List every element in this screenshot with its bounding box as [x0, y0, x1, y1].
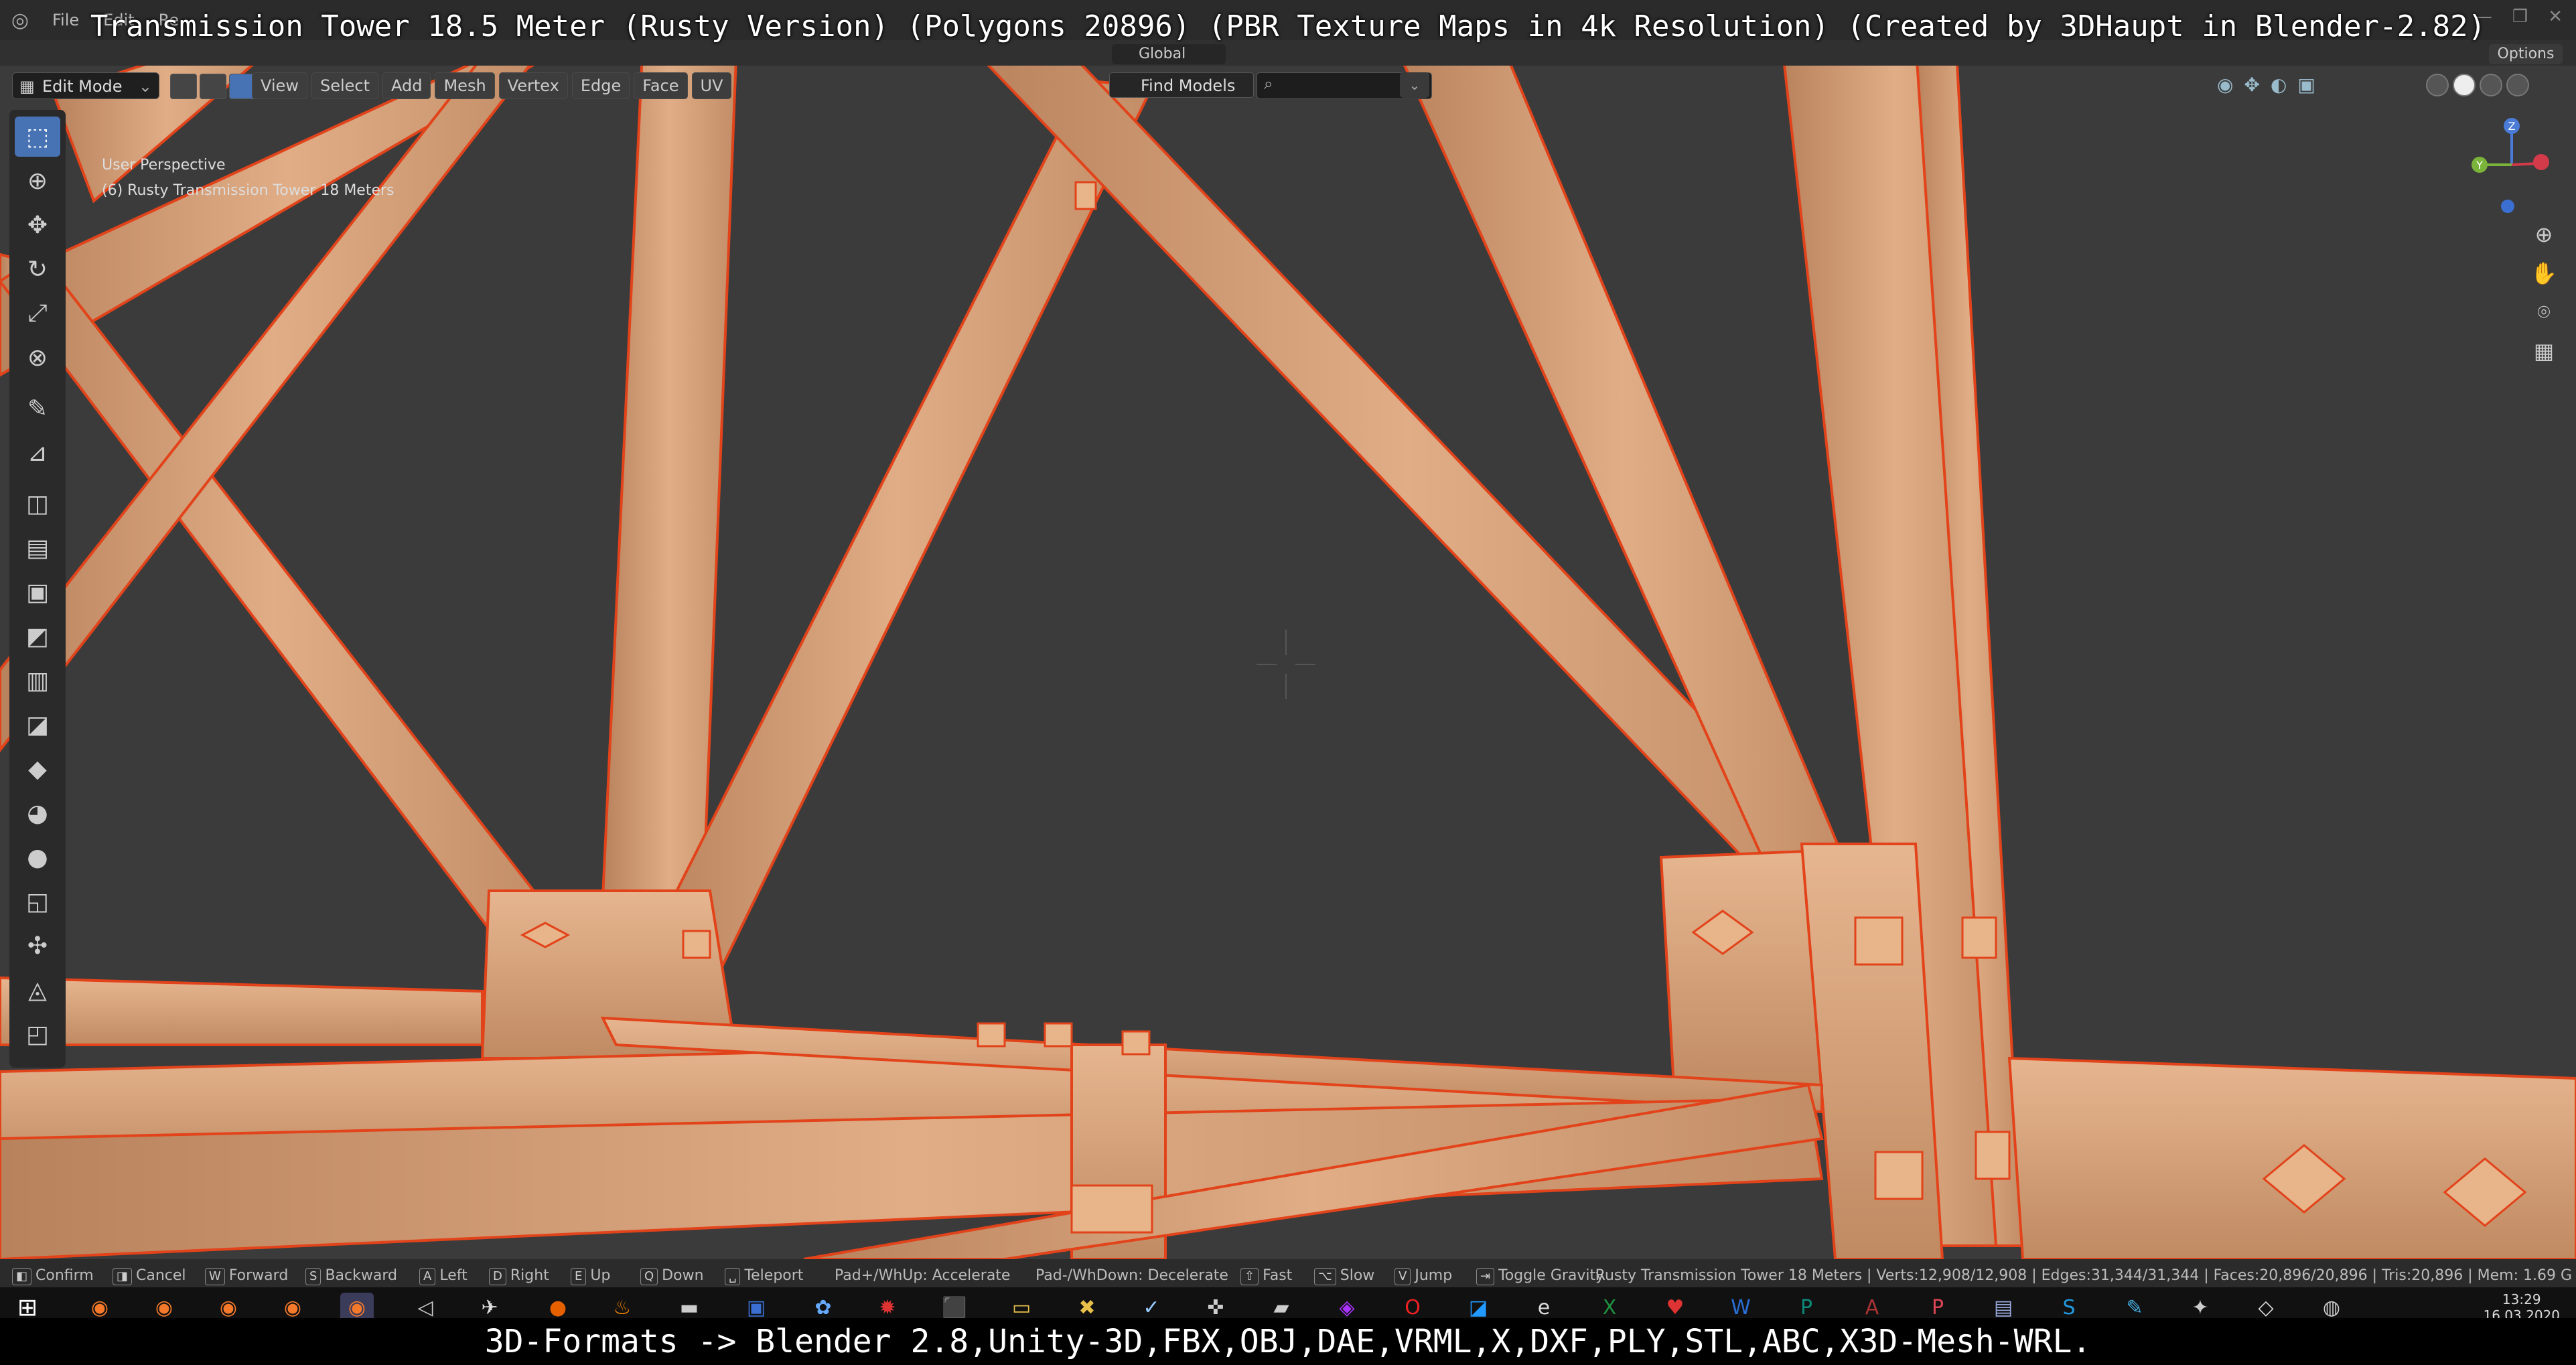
- measure-icon[interactable]: ⊿: [15, 433, 60, 473]
- add-cube-icon[interactable]: ◫: [15, 484, 60, 524]
- menu-vertex[interactable]: Vertex: [498, 72, 568, 99]
- menu-edge[interactable]: Edge: [571, 72, 630, 99]
- shading-modes: [2426, 74, 2529, 96]
- menu-select[interactable]: Select: [311, 72, 378, 99]
- xray-icon[interactable]: ▣: [2297, 74, 2315, 96]
- mouse-left-icon: ◧: [12, 1268, 32, 1285]
- move-icon[interactable]: ✥: [15, 205, 60, 245]
- menu-mesh[interactable]: Mesh: [435, 72, 495, 99]
- loop-cut-icon[interactable]: ▥: [15, 660, 60, 701]
- menu-face[interactable]: Face: [634, 72, 688, 99]
- transform-icon[interactable]: ⊗: [15, 338, 60, 378]
- pan-hand-icon[interactable]: ✋: [2525, 255, 2563, 292]
- search-dropdown-button[interactable]: ⌄: [1400, 72, 1429, 98]
- solid-shading-button[interactable]: [2453, 74, 2476, 96]
- alt-key-icon: ⌥: [1314, 1268, 1336, 1285]
- viewport-info: User Perspective (6) Rusty Transmission …: [102, 153, 395, 204]
- rip-icon[interactable]: ◬: [15, 970, 60, 1010]
- zoom-icon[interactable]: ⊕: [2525, 216, 2563, 253]
- video-title-overlay: Transmission Tower 18.5 Meter (Rusty Ver…: [90, 9, 2486, 44]
- header-menus: View Select Add Mesh Vertex Edge Face UV: [252, 72, 732, 99]
- visibility-icon[interactable]: ◉: [2217, 74, 2233, 96]
- video-footer-overlay: 3D-Formats -> Blender 2.8,Unity-3D,FBX,O…: [0, 1318, 2576, 1365]
- select-box-icon[interactable]: ⬚: [15, 117, 60, 157]
- neg-z-axis-icon[interactable]: [2501, 200, 2514, 213]
- inset-icon[interactable]: ▣: [15, 572, 60, 612]
- shrink-fatten-icon[interactable]: ◱: [15, 881, 60, 922]
- tab-key-icon: ⇥: [1476, 1268, 1495, 1285]
- overlay-icons: ◉ ✥ ◐ ▣: [2217, 74, 2315, 96]
- vertex-select-button[interactable]: [170, 74, 197, 99]
- tool-shelf: ⬚ ⊕ ✥ ↻ ⤢ ⊗ ✎ ⊿ ◫ ▤ ▣ ◩ ▥ ◪ ◆ ◕ ● ◱ ✣ ◬ …: [9, 110, 66, 1068]
- smooth-icon[interactable]: ●: [15, 837, 60, 877]
- edge-select-button[interactable]: [200, 74, 226, 99]
- menu-add[interactable]: Add: [382, 72, 431, 99]
- z-axis-label: Z: [2508, 120, 2516, 133]
- menu-view[interactable]: View: [252, 72, 307, 99]
- cursor-icon[interactable]: ⊕: [15, 161, 60, 201]
- clock-time: 13:29: [2502, 1291, 2541, 1307]
- search-icon: ⌕: [1264, 74, 1273, 93]
- bevel-icon[interactable]: ◩: [15, 616, 60, 656]
- extrude-icon[interactable]: ▤: [15, 528, 60, 568]
- mode-label: Edit Mode: [42, 77, 123, 96]
- shift-key-icon: ⇧: [1240, 1268, 1259, 1285]
- shear-icon[interactable]: ✣: [15, 926, 60, 966]
- wireframe-shading-button[interactable]: [2426, 74, 2449, 96]
- y-axis-label: Y: [2476, 159, 2483, 171]
- overlay-toggle-icon[interactable]: ◐: [2271, 74, 2287, 96]
- knife-icon[interactable]: ◪: [15, 705, 60, 745]
- mouse-right-icon: ◨: [113, 1268, 133, 1285]
- spin-icon[interactable]: ◕: [15, 793, 60, 833]
- chevron-down-icon: ⌄: [138, 77, 152, 96]
- gizmo-toggle-icon[interactable]: ✥: [2244, 74, 2259, 96]
- 3d-viewport[interactable]: User Perspective (6) Rusty Transmission …: [0, 40, 2576, 1259]
- blender-window: ◎ File Edit Re — ❐ ✕ User Perspective (6…: [0, 0, 2576, 1365]
- active-object-label: (6) Rusty Transmission Tower 18 Meters: [102, 182, 395, 199]
- annotate-icon[interactable]: ✎: [15, 388, 60, 429]
- menu-uv[interactable]: UV: [691, 72, 732, 99]
- scale-icon[interactable]: ⤢: [15, 293, 60, 334]
- camera-icon[interactable]: ⌾: [2525, 293, 2563, 331]
- navigation-gizmo[interactable]: Z Y: [2465, 118, 2559, 225]
- rendered-shading-button[interactable]: [2506, 74, 2529, 96]
- poly-build-icon[interactable]: ◆: [15, 749, 60, 789]
- select-mode-group: [170, 74, 256, 99]
- rotate-icon[interactable]: ↻: [15, 249, 60, 289]
- x-axis-icon[interactable]: [2533, 154, 2549, 170]
- perspective-label: User Perspective: [102, 157, 226, 173]
- edit-mode-icon: ▦: [19, 77, 35, 96]
- mode-dropdown[interactable]: ▦ Edit Mode ⌄: [12, 72, 159, 99]
- space-key-icon: ␣: [725, 1268, 741, 1285]
- tower-mesh: [0, 40, 2576, 1259]
- edge-slide-icon[interactable]: ◰: [15, 1014, 60, 1054]
- grid-icon[interactable]: ▦: [2525, 332, 2563, 370]
- material-shading-button[interactable]: [2480, 74, 2502, 96]
- find-models-dropdown[interactable]: Find Models: [1109, 72, 1254, 98]
